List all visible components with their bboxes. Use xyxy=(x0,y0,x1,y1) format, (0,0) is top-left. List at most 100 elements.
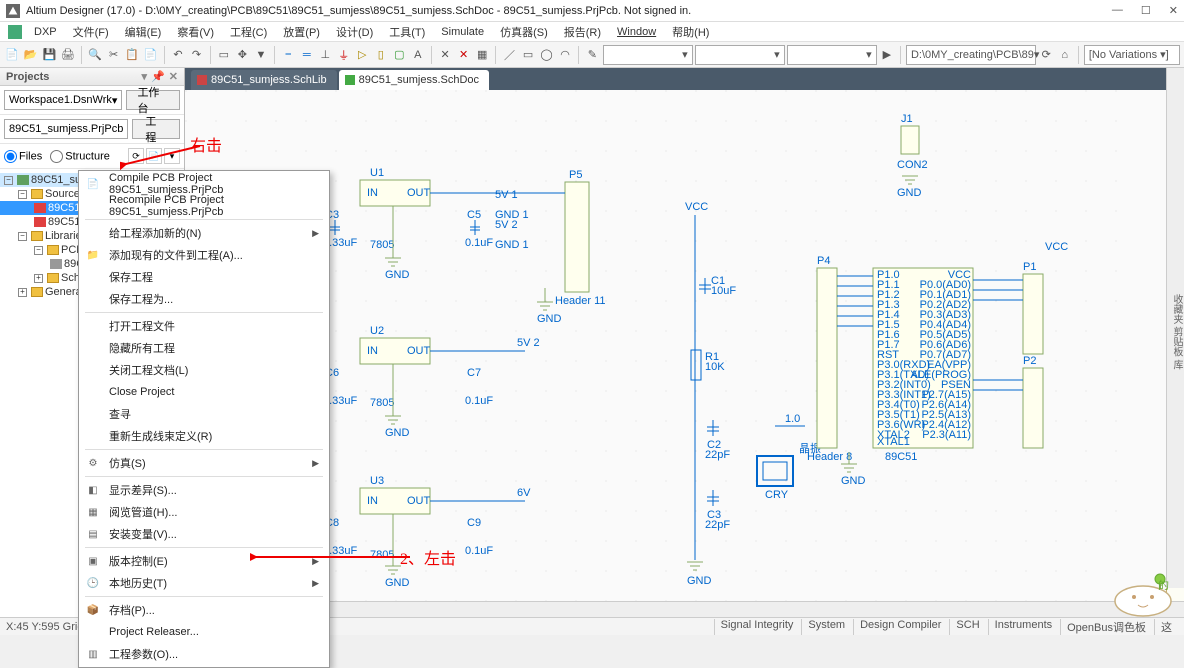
ctx-item-3[interactable]: 给工程添加新的(N)▶ xyxy=(81,222,327,244)
tb-copy-icon[interactable]: 📋 xyxy=(124,45,141,65)
status-openbus[interactable]: OpenBus调色板 xyxy=(1060,619,1152,635)
tb-ellipse-icon[interactable]: ◯ xyxy=(538,45,555,65)
ctx-item-22[interactable]: 🕒本地历史(T)▶ xyxy=(81,572,327,594)
ctx-item-19[interactable]: ▤安装变量(V)... xyxy=(81,523,327,545)
ctx-item-11[interactable]: Close Project xyxy=(81,381,327,403)
tab-schdoc[interactable]: 89C51_sumjess.SchDoc xyxy=(339,70,489,90)
tb-net-icon[interactable]: ⊥ xyxy=(317,45,334,65)
status-sch[interactable]: SCH xyxy=(949,619,985,635)
workspace-button[interactable]: 工作台 xyxy=(126,90,180,110)
right-strip[interactable]: 收藏夹 剪贴板 库 xyxy=(1166,68,1184,588)
panel-add-icon[interactable]: 📄 xyxy=(146,148,162,164)
menu-design[interactable]: 设计(D) xyxy=(330,22,379,42)
maximize-button[interactable]: ☐ xyxy=(1141,4,1151,17)
menu-tool[interactable]: 工具(T) xyxy=(383,22,431,42)
menu-project[interactable]: 工程(C) xyxy=(224,22,273,42)
panel-close-icon[interactable]: ✕ xyxy=(169,70,178,83)
ctx-item-21[interactable]: ▣版本控制(E)▶ xyxy=(81,550,327,572)
ctx-item-24[interactable]: 📦存档(P)... xyxy=(81,599,327,621)
tab-schlib[interactable]: 89C51_sumjess.SchLib xyxy=(191,70,337,90)
status-dc[interactable]: Design Compiler xyxy=(853,619,947,635)
tb-combo3[interactable]: ▾ xyxy=(787,45,877,65)
tb-arc-icon[interactable]: ◠ xyxy=(557,45,574,65)
ctx-item-12[interactable]: 查寻 xyxy=(81,403,327,425)
tb-wire-icon[interactable]: ⎯ xyxy=(280,45,297,65)
svg-text:P2: P2 xyxy=(1023,355,1036,367)
menu-report[interactable]: 报告(R) xyxy=(558,22,607,42)
radio-files[interactable]: Files xyxy=(4,150,42,163)
tb-noerc-icon[interactable]: ✕ xyxy=(455,45,472,65)
ctx-item-4[interactable]: 📁添加现有的文件到工程(A)... xyxy=(81,244,327,266)
menu-dxp[interactable]: DXP xyxy=(28,24,63,40)
tb-cross-icon[interactable]: ✕ xyxy=(437,45,454,65)
minimize-button[interactable]: — xyxy=(1112,4,1123,17)
tb-sheet-icon[interactable]: ▢ xyxy=(391,45,408,65)
tb-label-icon[interactable]: A xyxy=(410,45,427,65)
tb-paste-icon[interactable]: 📄 xyxy=(142,45,159,65)
tb-cut-icon[interactable]: ✂ xyxy=(105,45,122,65)
context-menu[interactable]: 📄Compile PCB Project 89C51_sumjess.PrjPc… xyxy=(78,170,330,668)
tb-refresh-icon[interactable]: ⟳ xyxy=(1038,45,1055,65)
svg-text:VCC: VCC xyxy=(1045,241,1068,253)
schematic-canvas[interactable]: INOUT INOUT INOUT U1 U2 U3 7805 7805 780… xyxy=(185,90,1184,601)
tb-filter-icon[interactable]: ▼ xyxy=(253,45,270,65)
close-button[interactable]: ✕ xyxy=(1169,4,1178,17)
panel-pin-icon[interactable]: 📌 xyxy=(151,70,165,83)
ctx-item-25[interactable]: Project Releaser... xyxy=(81,621,327,643)
panel-refresh-icon[interactable]: ⟳ xyxy=(128,148,144,164)
panel-drop-icon[interactable]: ▾ xyxy=(142,70,148,83)
tb-open-icon[interactable]: 📂 xyxy=(23,45,40,65)
ctx-item-13[interactable]: 重新生成线束定义(R) xyxy=(81,425,327,447)
tb-combo2[interactable]: ▾ xyxy=(695,45,785,65)
menu-edit[interactable]: 编辑(E) xyxy=(119,22,168,42)
menu-view[interactable]: 察看(V) xyxy=(171,22,220,42)
tb-line-icon[interactable]: ／ xyxy=(501,45,518,65)
workspace-combo[interactable]: Workspace1.DsnWrk▾ xyxy=(4,90,122,110)
status-si[interactable]: Signal Integrity xyxy=(714,619,800,635)
ctx-item-15[interactable]: ⚙仿真(S)▶ xyxy=(81,452,327,474)
menu-file[interactable]: 文件(F) xyxy=(67,22,115,42)
ctx-item-17[interactable]: ◧显示差异(S)... xyxy=(81,479,327,501)
tb-new-icon[interactable]: 📄 xyxy=(4,45,21,65)
tb-part-icon[interactable]: ▯ xyxy=(373,45,390,65)
tb-path-combo[interactable]: D:\0MY_creating\PCB\89▾ xyxy=(906,45,1036,65)
ctx-item-6[interactable]: 保存工程为... xyxy=(81,288,327,310)
ctx-item-9[interactable]: 隐藏所有工程 xyxy=(81,337,327,359)
tb-bus-icon[interactable]: ═ xyxy=(298,45,315,65)
status-inst[interactable]: Instruments xyxy=(988,619,1058,635)
tb-move-icon[interactable]: ✥ xyxy=(234,45,251,65)
tb-save-icon[interactable]: 💾 xyxy=(41,45,58,65)
ctx-item-26[interactable]: ▥工程参数(O)... xyxy=(81,643,327,665)
tb-pencil-icon[interactable]: ✎ xyxy=(584,45,601,65)
ctx-item-5[interactable]: 保存工程 xyxy=(81,266,327,288)
tb-variations-combo[interactable]: [No Variations ▾] xyxy=(1084,45,1180,65)
ctx-item-10[interactable]: 关闭工程文档(L) xyxy=(81,359,327,381)
menu-help[interactable]: 帮助(H) xyxy=(666,22,715,42)
panel-opts-icon[interactable]: ▾ xyxy=(164,148,180,164)
project-button[interactable]: 工程 xyxy=(132,119,180,139)
menu-simulator[interactable]: 仿真器(S) xyxy=(494,22,554,42)
ctx-item-8[interactable]: 打开工程文件 xyxy=(81,315,327,337)
tb-zoomfit-icon[interactable]: 🔍 xyxy=(87,45,104,65)
tb-combo1[interactable]: ▾ xyxy=(603,45,693,65)
tb-undo-icon[interactable]: ↶ xyxy=(170,45,187,65)
ctx-item-0[interactable]: 📄Compile PCB Project 89C51_sumjess.PrjPc… xyxy=(81,173,327,195)
radio-structure[interactable]: Structure xyxy=(50,150,110,163)
tb-home-icon[interactable]: ⌂ xyxy=(1056,45,1073,65)
ctx-item-18[interactable]: ▦阅览管道(H)... xyxy=(81,501,327,523)
project-combo[interactable]: 89C51_sumjess.PrjPcb xyxy=(4,119,128,139)
tb-next-icon[interactable]: ▶ xyxy=(879,45,896,65)
menu-simulate[interactable]: Simulate xyxy=(435,24,490,40)
tb-print-icon[interactable]: 🖨 xyxy=(60,45,77,65)
menu-place[interactable]: 放置(P) xyxy=(277,22,326,42)
tb-array-icon[interactable]: ▦ xyxy=(474,45,491,65)
tb-port-icon[interactable]: ▷ xyxy=(354,45,371,65)
tb-redo-icon[interactable]: ↷ xyxy=(188,45,205,65)
tb-rect-icon[interactable]: ▭ xyxy=(520,45,537,65)
ctx-item-1[interactable]: Recompile PCB Project 89C51_sumjess.PrjP… xyxy=(81,195,327,217)
tb-power-icon[interactable]: ⏚ xyxy=(336,45,353,65)
status-more[interactable]: 这 xyxy=(1154,619,1178,635)
menu-window[interactable]: Window xyxy=(611,24,662,40)
tb-select-icon[interactable]: ▭ xyxy=(216,45,233,65)
status-system[interactable]: System xyxy=(801,619,851,635)
